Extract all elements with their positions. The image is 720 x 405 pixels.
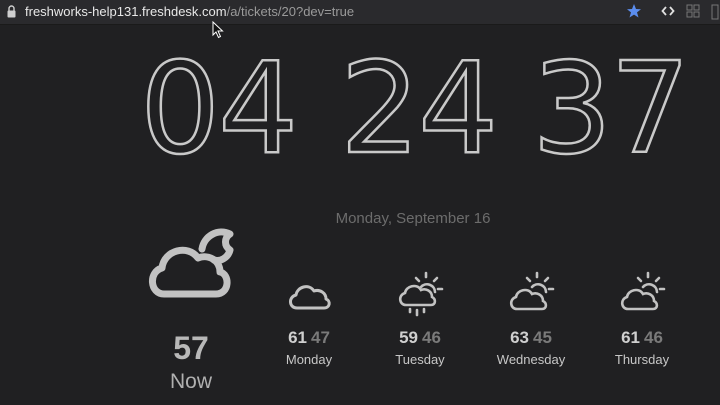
forecast-day-name: Tuesday (395, 352, 445, 367)
forecast-high: 61 (288, 328, 307, 347)
current-label: Now (169, 370, 212, 393)
clock-minutes: 24 (339, 35, 500, 182)
lock-icon (7, 5, 16, 18)
extension-grid-icon[interactable] (686, 4, 700, 18)
forecast-high: 63 (510, 328, 529, 347)
address-bar[interactable]: freshworks-help131.freshdesk.com/a/ticke… (0, 0, 720, 25)
extension-menu-icon[interactable] (710, 4, 720, 20)
forecast-low: 46 (422, 328, 441, 347)
partly-cloudy-night-icon (149, 228, 234, 298)
forecast-day-wednesday: 63 45 Wednesday (481, 268, 581, 367)
extension-code-icon[interactable] (661, 4, 675, 18)
forecast-high: 61 (621, 328, 640, 347)
url-host: freshworks-help131.freshdesk.com (25, 4, 227, 19)
date-label: Monday, September 16 (335, 210, 491, 227)
forecast-low: 47 (311, 328, 330, 347)
forecast-day-name: Monday (285, 352, 333, 367)
forecast-day-name: Wednesday (496, 352, 566, 367)
url-path: /a/tickets/20?dev=true (226, 4, 355, 19)
clock-seconds: 37 (531, 35, 692, 182)
forecast-high: 59 (399, 328, 418, 347)
forecast-day-monday: 61 47 Monday (259, 268, 359, 367)
clock-hours: 04 (139, 35, 300, 182)
url-text[interactable]: freshworks-help131.freshdesk.com/a/ticke… (25, 4, 354, 20)
forecast-day-name: Thursday (614, 352, 670, 367)
forecast-day-thursday: 61 46 Thursday (592, 268, 692, 367)
forecast-low: 45 (533, 328, 552, 347)
sun-cloud-rain-icon (398, 271, 444, 317)
forecast-day-tuesday: 59 46 Tuesday (370, 268, 470, 367)
clock: 04 24 37 (139, 35, 710, 182)
cloud-icon (289, 285, 331, 310)
partly-sunny-icon (620, 271, 666, 311)
partly-sunny-icon (509, 271, 555, 311)
forecast-low: 46 (644, 328, 663, 347)
current-temperature: 57 (173, 330, 209, 366)
bookmark-star-icon[interactable] (626, 3, 642, 19)
